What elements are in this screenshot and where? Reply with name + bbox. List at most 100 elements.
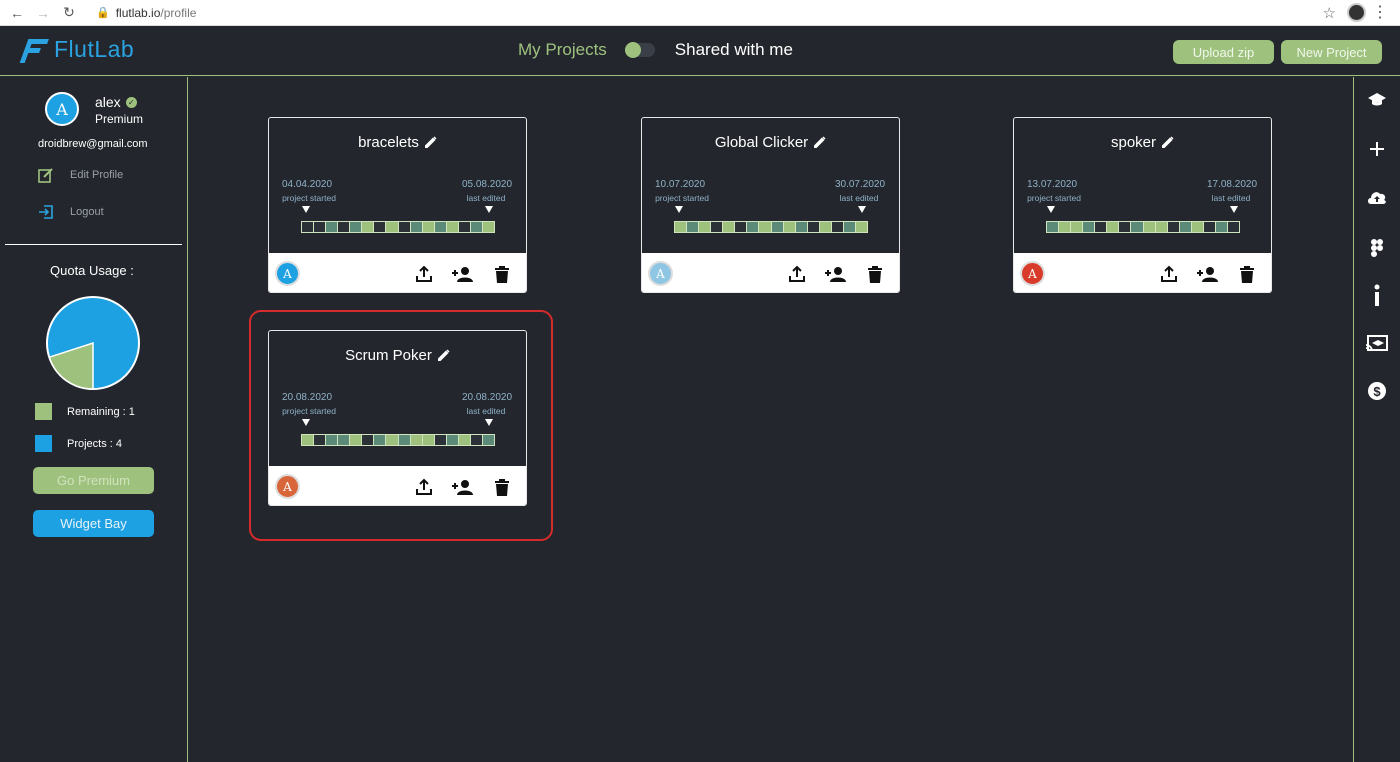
address-bar[interactable]: flutlab.io/profile (116, 6, 197, 20)
app-header: FlutLab My Projects Shared with me Uploa… (0, 26, 1400, 76)
widget-bay-button[interactable]: Widget Bay (33, 510, 154, 537)
activity-cell (1143, 222, 1156, 232)
activity-cell (398, 222, 411, 232)
lock-icon[interactable]: 🔒 (96, 6, 110, 19)
end-marker-icon (1230, 206, 1238, 213)
graduation-cap-icon[interactable] (1366, 89, 1388, 111)
share-icon[interactable] (786, 263, 808, 285)
new-project-button[interactable]: New Project (1281, 40, 1382, 64)
bookmark-star-icon[interactable]: ☆ (1323, 4, 1336, 22)
edited-date: 17.08.2020 (1206, 179, 1258, 190)
add-user-icon[interactable] (824, 263, 846, 285)
activity-cell (1131, 222, 1144, 232)
card-footer: A (1014, 253, 1271, 292)
verified-check-icon: ✓ (125, 96, 137, 108)
upload-zip-button[interactable]: Upload zip (1173, 40, 1274, 64)
add-user-icon[interactable] (1196, 263, 1218, 285)
reload-icon[interactable]: ↻ (60, 4, 78, 21)
tab-my-projects[interactable]: My Projects (518, 40, 607, 60)
delete-icon[interactable] (1236, 263, 1258, 285)
project-name: Global Clicker (714, 134, 809, 151)
profile-sidebar: A alex ✓ Premium droidbrew@gmail.com Edi… (0, 77, 188, 762)
highlight-annotation (249, 310, 553, 541)
avatar[interactable]: A (45, 92, 79, 126)
project-title[interactable]: Global Clicker (642, 134, 899, 151)
figma-icon[interactable] (1366, 237, 1388, 259)
logout-link[interactable]: Logout (38, 204, 104, 220)
activity-strip (1046, 221, 1240, 233)
activity-strip (301, 221, 495, 233)
edit-pencil-icon[interactable] (424, 136, 437, 149)
edit-pencil-icon[interactable] (1161, 136, 1174, 149)
project-card[interactable]: bracelets 04.04.2020 project started 05.… (268, 117, 527, 293)
share-icon[interactable] (413, 263, 435, 285)
activity-cell (819, 222, 832, 232)
activity-cell (1071, 222, 1084, 232)
mode-toggle[interactable] (624, 42, 655, 58)
owner-avatar[interactable]: A (648, 261, 673, 286)
dollar-icon[interactable]: $ (1366, 380, 1388, 402)
project-card[interactable]: spoker 13.07.2020 project started 17.08.… (1013, 117, 1272, 293)
project-name: bracelets (358, 134, 419, 151)
activity-cell (446, 222, 459, 232)
activity-cell (771, 222, 784, 232)
browser-menu-icon[interactable]: ⋮ (1372, 2, 1388, 22)
browser-profile-avatar[interactable] (1347, 3, 1366, 22)
edited-label: last edited (466, 193, 506, 203)
tab-shared-with-me[interactable]: Shared with me (675, 40, 793, 60)
logo[interactable]: FlutLab (19, 36, 134, 63)
go-premium-button[interactable]: Go Premium (33, 467, 154, 494)
plan-label: Premium (95, 112, 144, 126)
project-title[interactable]: spoker (1014, 134, 1271, 151)
share-icon[interactable] (1158, 263, 1180, 285)
owner-avatar[interactable]: A (275, 261, 300, 286)
project-card[interactable]: Global Clicker 10.07.2020 project starte… (641, 117, 900, 293)
activity-cell (855, 222, 867, 232)
activity-cell (1227, 222, 1239, 232)
legend-remaining: Remaining : 1 (35, 403, 135, 420)
start-marker-icon (675, 206, 683, 213)
activity-cell (1047, 222, 1060, 232)
start-marker-icon (1047, 206, 1055, 213)
delete-icon[interactable] (491, 263, 513, 285)
activity-cell (1119, 222, 1132, 232)
activity-cell (386, 222, 399, 232)
quota-title: Quota Usage : (50, 263, 134, 278)
started-date: 04.04.2020 (281, 179, 333, 190)
started-date: 10.07.2020 (654, 179, 706, 190)
user-email: droidbrew@gmail.com (38, 138, 148, 150)
cloud-upload-icon[interactable] (1366, 186, 1388, 208)
activity-cell (362, 222, 375, 232)
forward-icon[interactable]: → (34, 5, 52, 21)
started-label: project started (282, 193, 336, 203)
activity-cell (1203, 222, 1216, 232)
cast-icon[interactable] (1366, 333, 1388, 355)
project-title[interactable]: bracelets (269, 134, 526, 151)
activity-cell (326, 222, 339, 232)
card-footer: A (642, 253, 899, 292)
activity-cell (1167, 222, 1180, 232)
plus-icon[interactable] (1366, 138, 1388, 160)
legend-swatch-projects (35, 435, 52, 452)
activity-cell (302, 222, 315, 232)
activity-cell (795, 222, 808, 232)
activity-cell (1179, 222, 1192, 232)
back-icon[interactable]: ← (8, 5, 26, 21)
edit-pencil-icon[interactable] (813, 136, 826, 149)
info-icon[interactable] (1366, 284, 1388, 306)
activity-cell (831, 222, 844, 232)
activity-cell (1059, 222, 1072, 232)
activity-cell (458, 222, 471, 232)
activity-cell (687, 222, 700, 232)
quota-pie-chart (46, 296, 140, 390)
edited-label: last edited (1211, 193, 1251, 203)
activity-cell (1107, 222, 1120, 232)
activity-cell (338, 222, 351, 232)
delete-icon[interactable] (864, 263, 886, 285)
add-user-icon[interactable] (451, 263, 473, 285)
owner-avatar[interactable]: A (1020, 261, 1045, 286)
activity-cell (675, 222, 688, 232)
edit-profile-link[interactable]: Edit Profile (38, 167, 123, 183)
activity-cell (699, 222, 712, 232)
project-name: spoker (1110, 134, 1157, 151)
